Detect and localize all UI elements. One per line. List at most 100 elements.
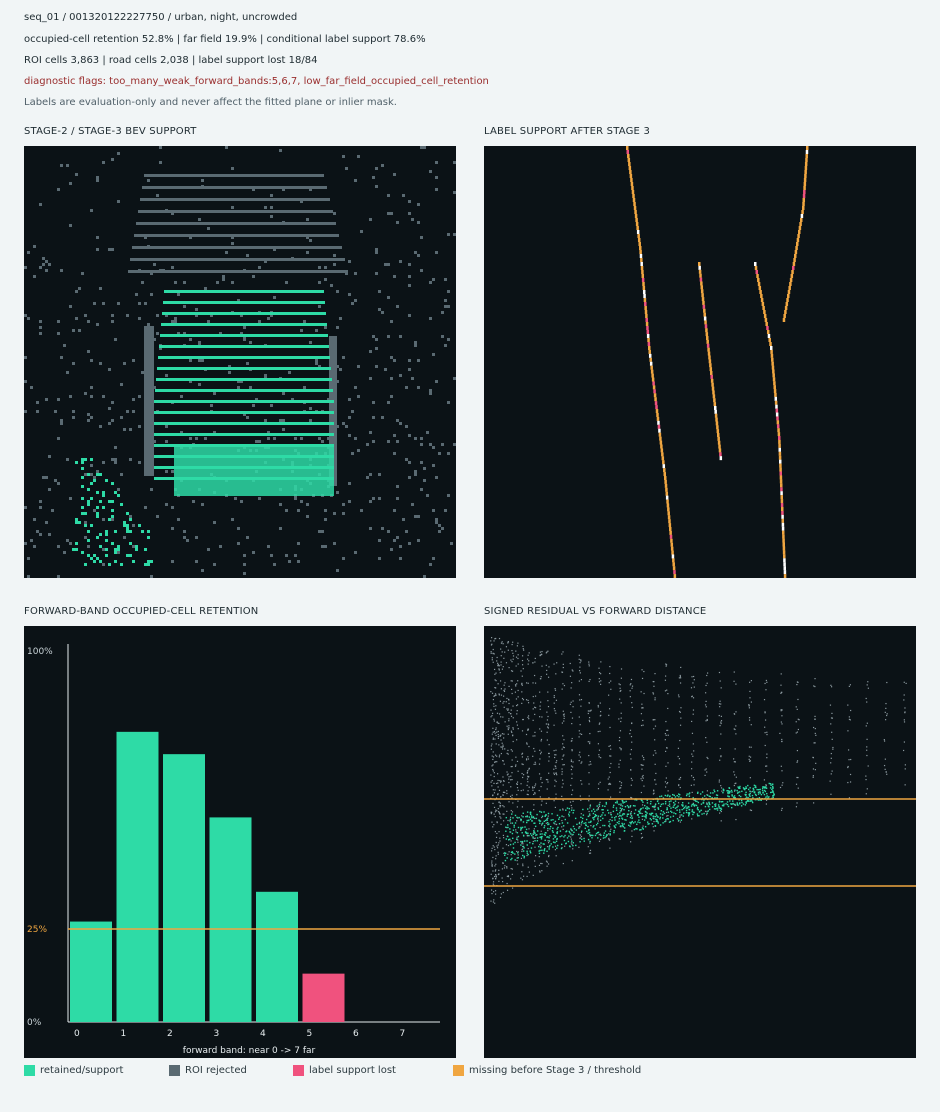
rejected-cell: [69, 542, 72, 545]
residual-point-retained: [771, 788, 773, 791]
residual-point-retained: [612, 806, 615, 808]
residual-point-retained: [593, 818, 595, 821]
residual-point-retained: [640, 807, 642, 810]
rejected-cell: [90, 395, 93, 398]
rejected-cell: [249, 341, 252, 344]
residual-point-retained: [664, 794, 667, 797]
residual-point-rejected: [527, 702, 530, 704]
residual-point-retained: [526, 811, 529, 813]
retained-cell: [117, 494, 120, 497]
residual-point-rejected: [499, 816, 501, 818]
retained-cell: [90, 458, 93, 461]
residual-point-retained: [703, 812, 705, 815]
residual-point-rejected: [704, 774, 706, 777]
residual-point-rejected: [619, 780, 621, 783]
rejected-cell: [405, 530, 408, 533]
residual-point-rejected: [534, 682, 537, 684]
residual-point-rejected: [501, 877, 503, 879]
residual-point-retained: [723, 803, 725, 805]
residual-point-retained: [570, 828, 572, 830]
residual-point-retained: [656, 800, 659, 803]
residual-point-rejected: [540, 751, 542, 753]
rejected-cell: [273, 563, 276, 566]
residual-point-rejected: [643, 670, 645, 673]
retained-cell: [150, 560, 153, 563]
residual-point-rejected: [847, 749, 850, 751]
rejected-cell: [444, 299, 447, 302]
rejected-cell: [57, 545, 60, 548]
residual-point-retained: [559, 830, 562, 832]
residual-point-retained: [644, 804, 646, 807]
residual-point-rejected: [561, 771, 563, 773]
residual-point-retained: [546, 850, 548, 852]
residual-point-rejected: [511, 692, 513, 695]
residual-point-rejected: [490, 652, 492, 654]
residual-point-rejected: [664, 781, 667, 783]
residual-point-retained: [682, 815, 684, 817]
residual-point-retained: [713, 790, 716, 793]
residual-point-retained: [598, 803, 601, 806]
retained-cell: [99, 500, 102, 503]
residual-point-rejected: [547, 840, 549, 842]
residual-point-rejected: [494, 673, 496, 675]
residual-point-rejected: [579, 666, 581, 668]
residual-point-rejected: [506, 752, 508, 754]
residual-point-retained: [520, 826, 522, 829]
residual-point-retained: [561, 822, 564, 824]
rejected-cell: [396, 497, 399, 500]
rejected-cell: [201, 503, 204, 506]
residual-point-retained: [699, 793, 702, 795]
residual-point-rejected: [620, 668, 623, 670]
retained-cell: [81, 458, 84, 461]
label-cell: [783, 574, 787, 578]
residual-point-rejected: [512, 802, 514, 804]
residual-point-retained: [751, 794, 754, 797]
residual-point-rejected: [498, 801, 500, 803]
residual-point-retained: [712, 792, 714, 794]
label-cell: [782, 530, 785, 535]
residual-point-rejected: [502, 702, 504, 704]
rejected-cell: [408, 263, 411, 266]
label-cell: [649, 361, 653, 366]
rejected-cell: [447, 494, 450, 497]
residual-point-rejected: [508, 718, 510, 720]
rejected-cell: [258, 320, 261, 323]
residual-point-retained: [629, 821, 631, 824]
label-cell: [651, 377, 655, 382]
residual-point-retained: [523, 847, 525, 849]
residual-point-rejected: [548, 797, 550, 799]
residual-point-retained: [589, 833, 591, 836]
residual-point-rejected: [904, 768, 906, 770]
rejected-cell: [267, 545, 270, 548]
residual-point-retained: [586, 830, 588, 833]
residual-point-retained: [542, 843, 544, 845]
rejected-cell: [453, 191, 456, 194]
rejected-cell: [396, 221, 399, 224]
residual-point-retained: [528, 819, 530, 822]
residual-point-retained: [679, 811, 681, 813]
residual-point-retained: [654, 815, 657, 818]
residual-point-retained: [573, 828, 576, 830]
residual-point-rejected: [796, 708, 798, 710]
rejected-cell: [294, 554, 297, 557]
residual-point-retained: [533, 830, 535, 832]
residual-point-rejected: [766, 757, 768, 759]
residual-point-rejected: [532, 708, 534, 710]
residual-point-retained: [518, 816, 520, 819]
residual-point-rejected: [814, 742, 816, 744]
rejected-cell: [393, 509, 396, 512]
label-cell: [783, 554, 786, 559]
rejected-cell: [381, 416, 384, 419]
residual-point-rejected: [766, 753, 768, 755]
residual-point-rejected: [578, 680, 580, 682]
residual-point-rejected: [866, 722, 868, 724]
retained-cell: [108, 563, 111, 566]
label-cell: [662, 464, 666, 469]
label-cell: [632, 198, 636, 202]
residual-point-rejected: [521, 756, 524, 758]
residual-point-retained: [696, 808, 699, 810]
residual-point-rejected: [780, 809, 783, 811]
rejected-cell: [435, 176, 438, 179]
retained-cell: [114, 551, 117, 554]
residual-point-rejected: [587, 846, 589, 848]
